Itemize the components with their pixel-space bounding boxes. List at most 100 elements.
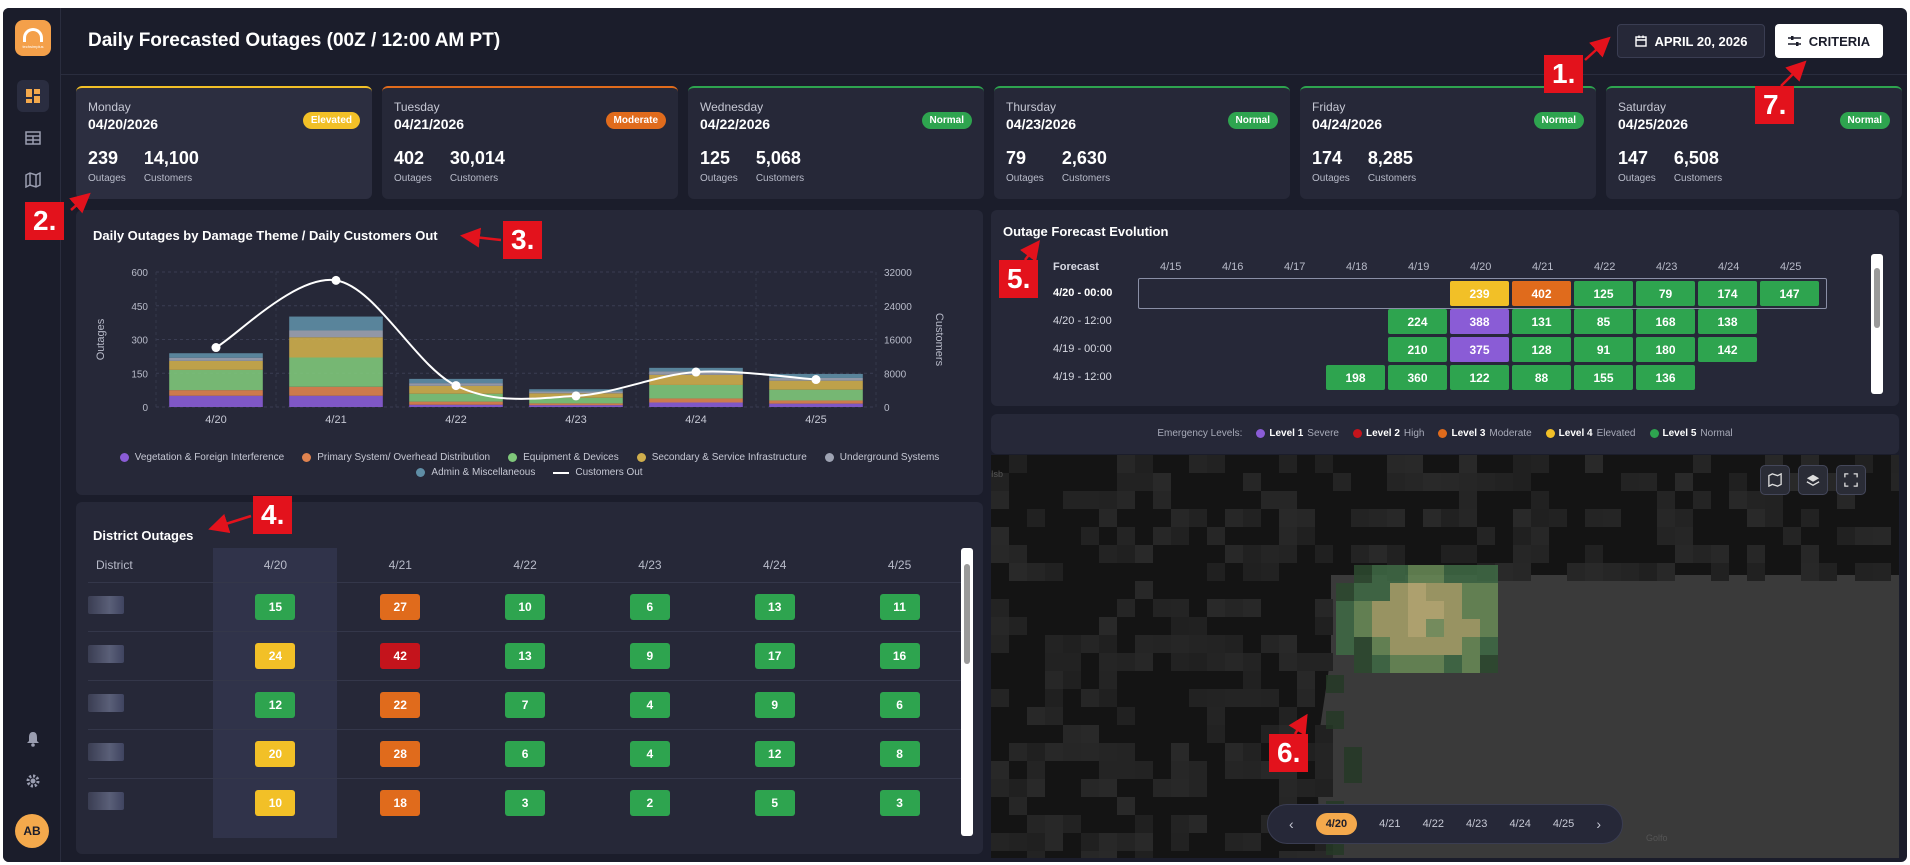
outage-count-chip[interactable]: 10 [255, 789, 296, 816]
forecast-cell[interactable]: 210 [1388, 337, 1447, 362]
outage-count-chip[interactable]: 16 [879, 642, 920, 669]
bar-segment[interactable] [769, 400, 863, 404]
outage-count-chip[interactable]: 12 [255, 691, 296, 718]
outage-count-chip[interactable]: 6 [629, 593, 670, 620]
nav-table-icon[interactable] [17, 122, 49, 154]
outage-count-chip[interactable]: 4 [629, 691, 670, 718]
district-date-header[interactable]: 4/22 [463, 548, 588, 582]
forecast-cell[interactable]: 131 [1512, 309, 1571, 334]
forecast-cell[interactable]: 122 [1450, 365, 1509, 390]
outage-count-chip[interactable]: 13 [754, 593, 795, 620]
customers-out-point[interactable] [211, 343, 221, 353]
customers-out-point[interactable] [691, 367, 701, 377]
outage-count-chip[interactable]: 5 [754, 789, 795, 816]
nav-dashboard-icon[interactable] [17, 80, 49, 112]
legend-item[interactable]: Equipment & Devices [508, 452, 619, 463]
district-date-header[interactable]: 4/24 [712, 548, 837, 582]
outage-count-chip[interactable]: 20 [255, 740, 296, 767]
bar-segment[interactable] [169, 353, 263, 358]
outage-heat-map[interactable]: Isb Golfo [991, 455, 1899, 858]
day-card-tuesday[interactable]: Tuesday 04/21/2026 Moderate 402 Outages 30,01… [382, 86, 678, 199]
map-basemap-button[interactable] [1760, 465, 1790, 495]
outage-count-chip[interactable]: 8 [879, 740, 920, 767]
outage-count-chip[interactable]: 15 [255, 593, 296, 620]
outage-count-chip[interactable]: 13 [505, 642, 546, 669]
next-day-chevron-icon[interactable]: › [1596, 816, 1601, 832]
legend-item[interactable]: Admin & Miscellaneous [416, 467, 535, 478]
day-card-saturday[interactable]: Saturday 04/25/2026 Normal 147 Outages 6,508 C… [1606, 86, 1902, 199]
forecast-cell[interactable]: 138 [1698, 309, 1757, 334]
map-day-option[interactable]: 4/24 [1509, 818, 1530, 830]
forecast-cell[interactable]: 85 [1574, 309, 1633, 334]
outage-count-chip[interactable]: 9 [629, 642, 670, 669]
table-row[interactable]: 10 18 3 2 5 3 [88, 777, 962, 827]
prev-day-chevron-icon[interactable]: ‹ [1289, 816, 1294, 832]
outage-count-chip[interactable]: 7 [505, 691, 546, 718]
forecast-cell[interactable]: 91 [1574, 337, 1633, 362]
bar-segment[interactable] [289, 330, 383, 338]
bar-segment[interactable] [289, 337, 383, 358]
date-picker-button[interactable]: APRIL 20, 2026 [1617, 24, 1765, 58]
nav-map-icon[interactable] [17, 164, 49, 196]
outage-count-chip[interactable]: 3 [505, 789, 546, 816]
forecast-cell[interactable]: 198 [1326, 365, 1385, 390]
outage-count-chip[interactable]: 28 [380, 740, 421, 767]
forecast-cell[interactable]: 224 [1388, 309, 1447, 334]
bar-segment[interactable] [169, 390, 263, 396]
forecast-cell[interactable]: 168 [1636, 309, 1695, 334]
bar-segment[interactable] [409, 393, 503, 402]
outage-count-chip[interactable]: 6 [505, 740, 546, 767]
district-date-header[interactable]: 4/20 [213, 548, 338, 582]
outage-count-chip[interactable]: 18 [380, 789, 421, 816]
bar-segment[interactable] [649, 398, 743, 403]
table-row[interactable]: 24 42 13 9 17 16 [88, 630, 962, 680]
bar-segment[interactable] [649, 384, 743, 399]
day-card-friday[interactable]: Friday 04/24/2026 Normal 174 Outages 8,285 Cus… [1300, 86, 1596, 199]
bar-segment[interactable] [169, 357, 263, 361]
bar-segment[interactable] [769, 403, 863, 407]
outage-count-chip[interactable]: 17 [754, 642, 795, 669]
bar-segment[interactable] [169, 360, 263, 370]
legend-item[interactable]: Primary System/ Overhead Distribution [302, 452, 490, 463]
outage-count-chip[interactable]: 22 [380, 691, 421, 718]
outage-count-chip[interactable]: 11 [879, 593, 920, 620]
outage-count-chip[interactable]: 27 [380, 593, 421, 620]
forecast-run-label[interactable]: 4/20 - 00:00 [1053, 287, 1112, 299]
customers-out-point[interactable] [811, 375, 821, 385]
day-card-wednesday[interactable]: Wednesday 04/22/2026 Normal 125 Outages 5,068… [688, 86, 984, 199]
forecast-cell[interactable]: 125 [1574, 281, 1633, 306]
forecast-cell[interactable]: 180 [1636, 337, 1695, 362]
legend-item[interactable]: Secondary & Service Infrastructure [636, 452, 807, 463]
evolution-scrollbar[interactable] [1871, 254, 1883, 394]
legend-item[interactable]: Vegetation & Foreign Interference [119, 452, 284, 463]
legend-item[interactable]: Customers Out [553, 467, 643, 478]
outage-count-chip[interactable]: 2 [629, 789, 670, 816]
bar-segment[interactable] [409, 401, 503, 405]
app-logo[interactable]: techsimplus [15, 20, 51, 56]
evolution-scroll-thumb[interactable] [1874, 268, 1880, 328]
forecast-cell[interactable]: 79 [1636, 281, 1695, 306]
table-row[interactable]: 12 22 7 4 9 6 [88, 679, 962, 729]
map-canvas[interactable] [991, 455, 1899, 858]
criteria-button[interactable]: CRITERIA [1775, 24, 1883, 58]
forecast-cell[interactable]: 155 [1574, 365, 1633, 390]
forecast-cell[interactable]: 402 [1512, 281, 1571, 306]
bar-segment[interactable] [529, 405, 623, 407]
forecast-cell[interactable]: 360 [1388, 365, 1447, 390]
day-card-thursday[interactable]: Thursday 04/23/2026 Normal 79 Outages 2,630 Cu… [994, 86, 1290, 199]
outage-count-chip[interactable]: 24 [255, 642, 296, 669]
outage-count-chip[interactable]: 3 [879, 789, 920, 816]
map-layers-button[interactable] [1798, 465, 1828, 495]
outage-count-chip[interactable]: 42 [380, 642, 421, 669]
forecast-cell[interactable]: 174 [1698, 281, 1757, 306]
bar-segment[interactable] [169, 369, 263, 391]
district-scroll-thumb[interactable] [964, 564, 970, 664]
forecast-cell[interactable]: 239 [1450, 281, 1509, 306]
bar-segment[interactable] [409, 404, 503, 407]
bar-segment[interactable] [529, 403, 623, 406]
map-fullscreen-button[interactable] [1836, 465, 1866, 495]
bar-segment[interactable] [289, 316, 383, 331]
forecast-cell[interactable]: 147 [1760, 281, 1819, 306]
bar-segment[interactable] [769, 389, 863, 401]
map-day-option[interactable]: 4/25 [1553, 818, 1574, 830]
